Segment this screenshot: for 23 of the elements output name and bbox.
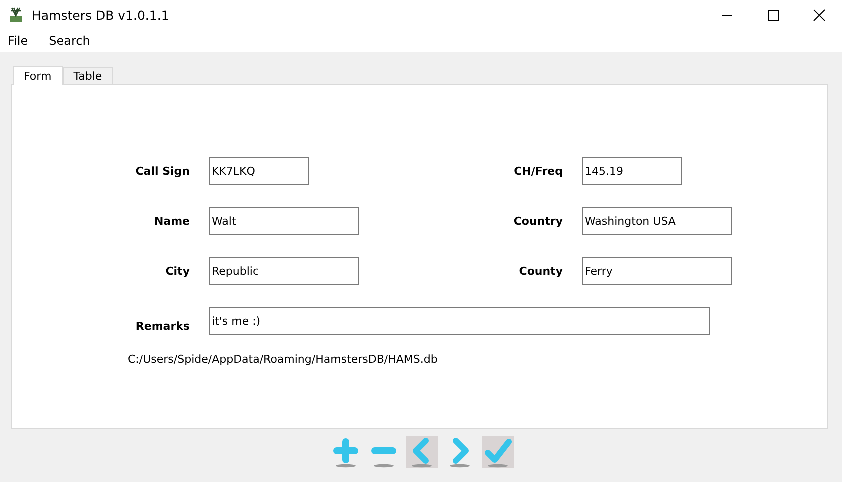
database-path: C:/Users/Spide/AppData/Roaming/HamstersDB/HAMS.db xyxy=(128,353,439,366)
input-field[interactable]: KK7LKQ xyxy=(209,157,309,185)
field-label: Remarks xyxy=(134,320,190,332)
input-field[interactable]: Washington USA xyxy=(582,207,732,235)
field-label: Call Sign xyxy=(134,164,190,178)
confirm-button[interactable] xyxy=(482,436,514,468)
app-icon xyxy=(8,7,24,23)
field-label: County xyxy=(518,264,563,278)
field-label: Country xyxy=(512,214,563,228)
tab[interactable]: Form xyxy=(13,66,63,85)
previous-button[interactable] xyxy=(406,436,438,468)
menu-item[interactable]: Search xyxy=(43,34,96,48)
field-label: City xyxy=(164,264,190,278)
input-field[interactable]: Ferry xyxy=(582,257,732,285)
tab[interactable]: Table xyxy=(62,67,114,84)
field-label: CH/Freq xyxy=(513,164,563,178)
input-field[interactable]: Republic xyxy=(209,257,359,285)
input-field[interactable]: it's me :) xyxy=(209,307,710,335)
field-label: Name xyxy=(153,214,190,228)
input-field[interactable]: 145.19 xyxy=(582,157,682,185)
menu-item[interactable]: File xyxy=(2,34,34,48)
input-field[interactable]: Walt xyxy=(209,207,359,235)
window-title: Hamsters DB v1.0.1.1 xyxy=(32,8,170,22)
